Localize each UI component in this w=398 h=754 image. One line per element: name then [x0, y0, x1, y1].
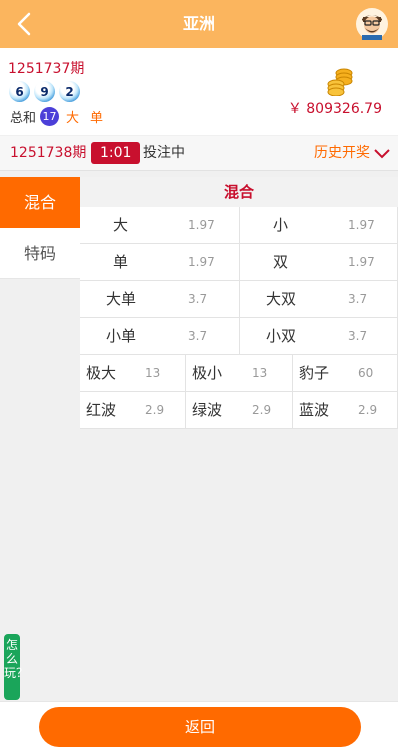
odds-option[interactable]: 蓝波 2.9 — [293, 392, 398, 429]
option-odds: 3.7 — [348, 329, 368, 343]
tab-special-number[interactable]: 特码 — [0, 228, 80, 279]
option-odds: 60 — [358, 366, 374, 380]
history-results-button[interactable]: 历史开奖 — [314, 136, 390, 171]
sum-value: 17 — [40, 107, 60, 126]
option-odds: 2.9 — [252, 403, 272, 417]
option-odds: 3.7 — [188, 329, 208, 343]
option-name: 大单 — [106, 290, 137, 308]
odds-option[interactable]: 大单 3.7 — [80, 281, 240, 318]
betting-status: 投注中 — [143, 145, 185, 161]
option-name: 双 — [273, 253, 289, 271]
option-name: 大双 — [266, 290, 297, 308]
last-issue-number: 1251737期 — [8, 61, 85, 77]
how-to-play-button[interactable]: 怎么玩？ — [4, 634, 28, 700]
history-label: 历史开奖 — [314, 145, 370, 161]
user-avatar-icon[interactable] — [356, 8, 388, 40]
header-bar: 亚洲 — [0, 0, 398, 48]
account-balance: ￥ 809326.79 — [287, 101, 382, 117]
odds-option[interactable]: 小双 3.7 — [240, 318, 398, 355]
odds-option[interactable]: 极小 13 — [186, 355, 293, 392]
option-name: 小单 — [106, 327, 137, 345]
option-name: 极大 — [86, 364, 117, 382]
option-odds: 13 — [145, 366, 161, 380]
return-button[interactable]: 返回 — [39, 707, 361, 747]
odds-option[interactable]: 小单 3.7 — [80, 318, 240, 355]
odds-option[interactable]: 大双 3.7 — [240, 281, 398, 318]
option-name: 绿波 — [192, 401, 223, 419]
sum-row: 总和 17 大 单 — [10, 107, 114, 126]
option-name: 蓝波 — [299, 401, 330, 419]
odds-option[interactable]: 绿波 2.9 — [186, 392, 293, 429]
sum-label: 总和 — [10, 111, 37, 126]
option-odds: 13 — [252, 366, 268, 380]
odds-panel: 混合 大 1.97 小 1.97 单 1.97 双 1.97 大单 3.7 大双 3.7 小单 3.7 小双… — [80, 177, 398, 429]
option-name: 单 — [113, 253, 129, 271]
option-odds: 3.7 — [348, 292, 368, 306]
tab-mixed[interactable]: 混合 — [0, 177, 80, 228]
option-odds: 1.97 — [188, 218, 215, 232]
parity-tag: 单 — [90, 111, 104, 126]
option-odds: 2.9 — [358, 403, 378, 417]
odds-option[interactable]: 红波 2.9 — [80, 392, 186, 429]
result-balls: 6 9 2 — [9, 81, 80, 102]
size-tag: 大 — [66, 111, 80, 126]
page-title: 亚洲 — [182, 14, 215, 33]
option-name: 大 — [113, 216, 129, 234]
option-odds: 1.97 — [348, 255, 375, 269]
last-result-panel: 1251737期 6 9 2 总和 17 大 单 ￥ 809326.79 — [0, 48, 398, 135]
option-name: 小 — [273, 216, 289, 234]
footer-bar: 返回 — [0, 701, 398, 754]
option-odds: 1.97 — [348, 218, 375, 232]
odds-option[interactable]: 极大 13 — [80, 355, 186, 392]
option-odds: 3.7 — [188, 292, 208, 306]
odds-option[interactable]: 单 1.97 — [80, 244, 240, 281]
countdown-timer: 1:01 — [91, 142, 141, 164]
option-odds: 1.97 — [188, 255, 215, 269]
odds-option[interactable]: 小 1.97 — [240, 207, 398, 244]
result-ball: 9 — [34, 81, 55, 102]
option-name: 豹子 — [299, 364, 330, 382]
chevron-down-icon — [374, 148, 390, 158]
odds-option[interactable]: 大 1.97 — [80, 207, 240, 244]
option-odds: 2.9 — [145, 403, 165, 417]
category-sidebar: 混合 特码 — [0, 177, 80, 429]
coins-icon — [327, 68, 353, 96]
option-name: 红波 — [86, 401, 117, 419]
odds-option[interactable]: 豹子 60 — [293, 355, 398, 392]
result-ball: 6 — [9, 81, 30, 102]
result-ball: 2 — [59, 81, 80, 102]
section-title: 混合 — [80, 177, 398, 207]
current-issue-number: 1251738期 — [10, 145, 87, 161]
current-issue-bar: 1251738期 1:01 投注中 历史开奖 — [0, 136, 398, 171]
option-name: 极小 — [192, 364, 223, 382]
odds-option[interactable]: 双 1.97 — [240, 244, 398, 281]
option-name: 小双 — [266, 327, 297, 345]
